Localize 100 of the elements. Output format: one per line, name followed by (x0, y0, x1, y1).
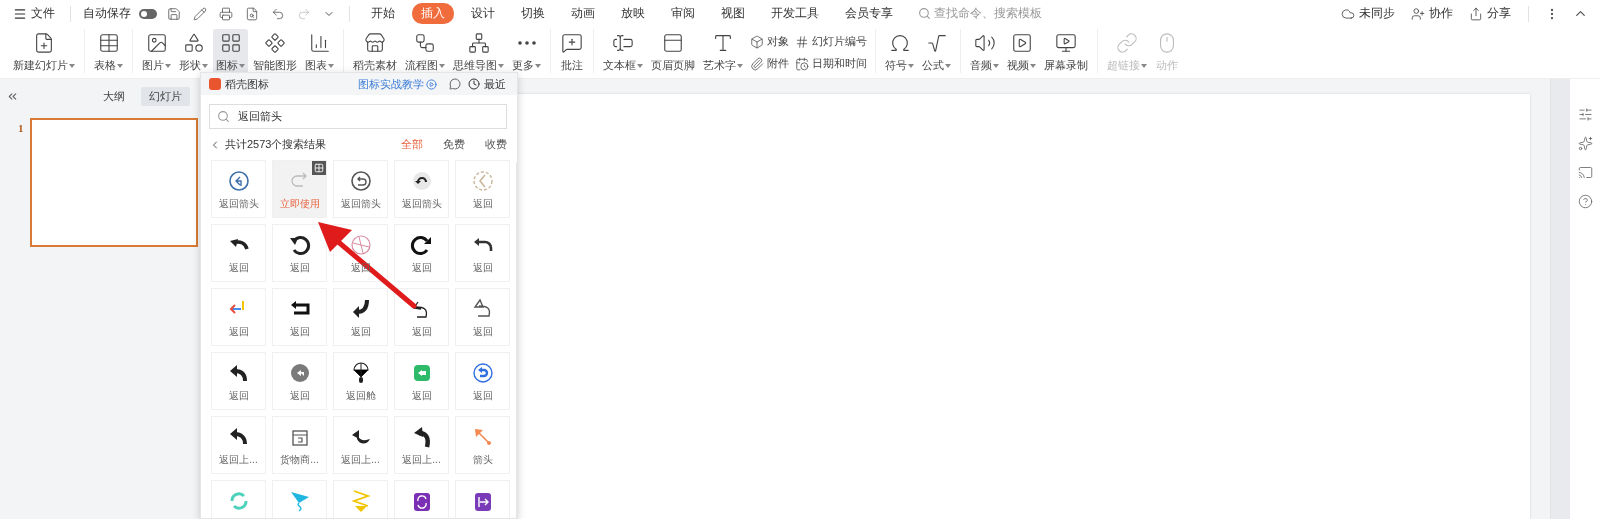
filter-tab[interactable]: 收费 (485, 137, 507, 152)
ribbon-tab[interactable]: 会员专享 (836, 3, 902, 24)
ribbon-button[interactable]: 音频 (967, 29, 1002, 75)
pencil-icon[interactable] (191, 6, 209, 21)
icon-tile[interactable]: 返回上... (333, 416, 388, 474)
chat-icon[interactable] (449, 78, 461, 90)
ribbon-tab[interactable]: 切换 (512, 3, 554, 24)
ribbon-button[interactable]: 图标 (213, 29, 248, 75)
icon-tile[interactable]: 返回 (272, 288, 327, 346)
filter-tab[interactable]: 全部 (401, 137, 423, 152)
icon-tile[interactable]: 返回箭头 (211, 160, 266, 218)
share-icon (1469, 6, 1483, 21)
ribbon-button[interactable]: 附件 (748, 55, 791, 72)
ribbon-tab[interactable]: 审阅 (662, 3, 704, 24)
ribbon-button[interactable]: 批注 (557, 29, 587, 75)
icon-tile[interactable]: 返回 (455, 160, 510, 218)
icon-tile[interactable]: 返回箭头 (394, 160, 449, 218)
icon-search-field[interactable]: 返回箭头 (209, 104, 507, 129)
sliders-icon[interactable] (1577, 107, 1593, 122)
ribbon-tab[interactable]: 开发工具 (762, 3, 828, 24)
header-action[interactable]: 分享 (1466, 3, 1514, 24)
icon-tile[interactable]: 返回 (394, 224, 449, 282)
pane-tab[interactable]: 幻灯片 (141, 87, 190, 106)
ribbon-button[interactable]: 视频 (1004, 29, 1039, 75)
header-action[interactable]: 未同步 (1338, 3, 1398, 24)
video-icon (1010, 32, 1033, 54)
search-icon (217, 110, 230, 123)
ribbon-tab[interactable]: 放映 (612, 3, 654, 24)
ribbon-button[interactable]: 更多 (509, 29, 544, 75)
ribbon-button[interactable]: 智能图形 (250, 29, 300, 75)
speaker-icon (973, 32, 996, 54)
ribbon-button[interactable]: 思维导图 (450, 29, 507, 75)
formula-icon (925, 32, 948, 54)
ribbon-button[interactable]: 屏幕录制 (1041, 29, 1091, 75)
caret-icon (69, 63, 75, 68)
ribbon-tab[interactable]: 视图 (712, 3, 754, 24)
tutorial-link[interactable]: 图标实战教学 (358, 76, 437, 92)
smart-graphic-icon (264, 32, 286, 54)
ribbon-button[interactable]: 日期和时间 (793, 55, 869, 72)
print-icon[interactable] (217, 6, 235, 21)
ribbon-button[interactable]: 页眉页脚 (648, 29, 698, 75)
icon-tile[interactable]: 箭头 (455, 416, 510, 474)
icon-tile[interactable]: 返回箭头 (333, 160, 388, 218)
slide-thumbnail[interactable] (29, 118, 198, 247)
ribbon-button[interactable]: 形状 (176, 29, 211, 75)
ribbon-button[interactable]: 公式 (919, 29, 954, 75)
ribbon-button[interactable]: 图片 (139, 29, 174, 75)
icon-tile[interactable]: 货物商... (272, 416, 327, 474)
ribbon-button[interactable]: 幻灯片编号 (793, 33, 869, 50)
star-icon[interactable] (1577, 136, 1593, 151)
recent-button[interactable]: 最近 (465, 74, 509, 94)
caret-icon (535, 63, 541, 68)
grid-badge-icon (312, 161, 326, 175)
scrollbar[interactable] (1550, 79, 1570, 519)
ribbon-button[interactable]: 对象 (748, 33, 791, 50)
icon-tile[interactable]: 返回 (211, 224, 266, 282)
icon-tile[interactable]: 返回 (394, 352, 449, 410)
ribbon-tab[interactable]: 开始 (362, 3, 404, 24)
filter-tab[interactable]: 免费 (443, 137, 465, 152)
comment-icon (561, 32, 583, 54)
autosave-toggle[interactable] (139, 8, 157, 19)
ribbon-button[interactable]: 艺术字 (700, 29, 746, 75)
ribbon-button[interactable]: 图表 (302, 29, 337, 75)
user-plus-icon (1411, 6, 1425, 21)
ribbon-button[interactable]: 表格 (91, 29, 126, 75)
omega-icon (888, 32, 911, 54)
save-icon[interactable] (165, 6, 183, 21)
ribbon-button[interactable]: 流程图 (402, 29, 448, 75)
icon-tile[interactable]: 返回 (455, 224, 510, 282)
shapes-icon (182, 32, 205, 54)
autosave-label: 自动保存 (83, 5, 131, 22)
slide-number: 1 (18, 121, 24, 136)
caret-icon (908, 63, 914, 68)
calendar-icon (795, 56, 809, 71)
header-action[interactable]: 协作 (1408, 3, 1456, 24)
chart-icon (308, 32, 331, 54)
file-menu-button[interactable]: 文件 (10, 3, 58, 24)
circle-return-icon (470, 361, 495, 385)
icon-tile[interactable]: 返回上... (211, 416, 266, 474)
ribbon-tab[interactable]: 动画 (562, 3, 604, 24)
ribbon-button[interactable]: 稻壳素材 (350, 29, 400, 75)
icon-tile[interactable]: 返回 (272, 352, 327, 410)
help-icon[interactable] (1577, 194, 1593, 209)
icon-tile[interactable]: 返回 (211, 288, 266, 346)
icon-tile[interactable]: 返回 (272, 224, 327, 282)
ribbon-tab[interactable]: 设计 (462, 3, 504, 24)
icon-tile[interactable]: 返回上... (394, 416, 449, 474)
icon-tile[interactable]: 返回 (455, 288, 510, 346)
ribbon-button[interactable]: 新建幻灯片 (10, 29, 78, 75)
icon-tile[interactable]: 返回 (333, 288, 388, 346)
ribbon-button[interactable]: 符号 (882, 29, 917, 75)
screen-icon[interactable] (1577, 165, 1593, 180)
pane-tab[interactable]: 大纲 (95, 87, 133, 106)
caret-icon (202, 63, 208, 68)
icon-tile[interactable]: 返回 (211, 352, 266, 410)
icon-tile[interactable]: 返回 (455, 352, 510, 410)
icon-tile[interactable]: 返回舱 (333, 352, 388, 410)
ribbon-button[interactable]: 文本框 (600, 29, 646, 75)
collapse-pane-icon[interactable] (6, 90, 19, 103)
icon-tile[interactable]: 返回 (394, 288, 449, 346)
